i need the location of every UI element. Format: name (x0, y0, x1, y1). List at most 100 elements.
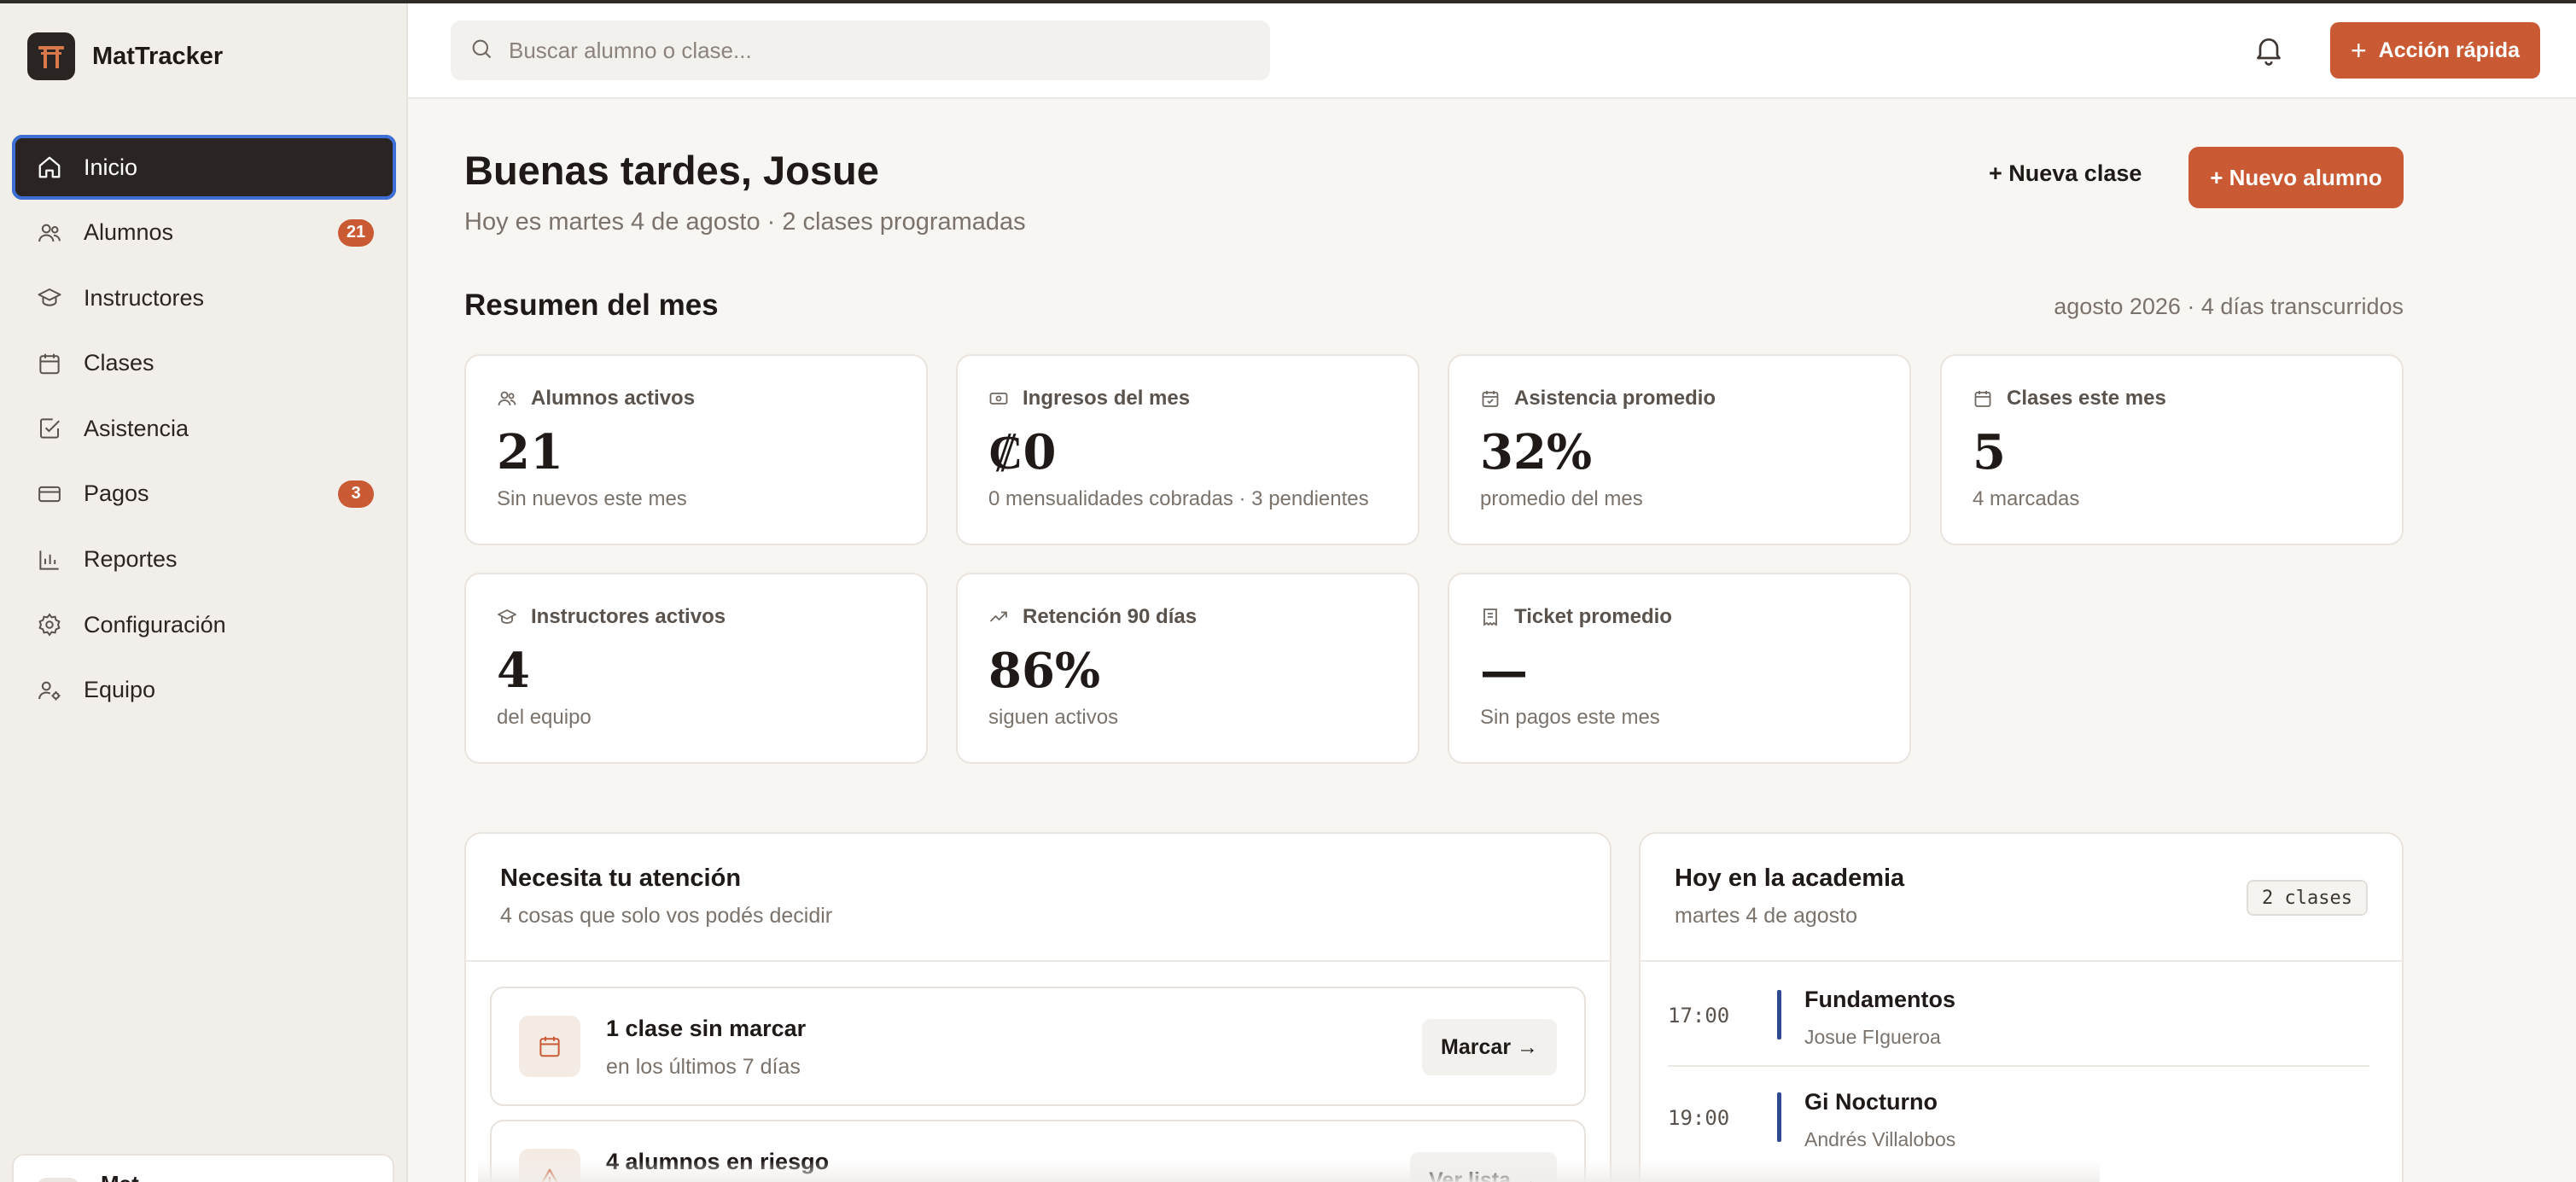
stat-label: Instructores activos (497, 605, 726, 629)
graduation-cap-icon (34, 282, 65, 313)
sidebar-item-clases[interactable]: Clases (12, 331, 396, 396)
stat-card-retencion[interactable]: Retención 90 días 86% siguen activos (956, 573, 1419, 764)
stat-sub: promedio del mes (1480, 487, 1643, 510)
sidebar-item-label: Configuración (84, 611, 226, 638)
today-panel: Hoy en la academia martes 4 de agosto 2 … (1639, 832, 2404, 1182)
stat-value: 4 (497, 643, 530, 699)
sidebar-item-equipo[interactable]: Equipo (12, 658, 396, 723)
class-count-badge: 2 clases (2247, 880, 2368, 916)
stat-card-asistencia[interactable]: Asistencia promedio 32% promedio del mes (1448, 354, 1911, 545)
attention-item[interactable]: 1 clase sin marcar en los últimos 7 días… (490, 987, 1586, 1106)
sidebar-item-label: Reportes (84, 546, 178, 573)
quick-action-button[interactable]: + Acción rápida (2330, 22, 2540, 79)
quick-action-label: Acción rápida (2378, 38, 2520, 62)
new-student-button[interactable]: + Nuevo alumno (2188, 147, 2404, 208)
stat-label: Ticket promedio (1480, 605, 1672, 629)
calendar-icon (34, 348, 65, 379)
bell-icon[interactable] (2252, 32, 2286, 67)
sidebar-item-label: Clases (84, 350, 154, 376)
attention-item-sub: en los últimos 7 días (606, 1055, 801, 1079)
page-title: Buenas tardes, Josue (464, 148, 879, 193)
bar-chart-icon (34, 544, 65, 575)
calendar-icon (519, 1016, 580, 1077)
home-icon (34, 152, 65, 183)
divider (466, 960, 1610, 962)
class-name: Gi Nocturno (1804, 1089, 1938, 1115)
top-header: Buscar alumno o clase... + Acción rápida (408, 0, 2576, 99)
sidebar-item-label: Alumnos (84, 219, 174, 246)
stat-label: Alumnos activos (497, 387, 695, 410)
count-badge: 3 (338, 480, 374, 508)
stat-sub: siguen activos (988, 706, 1119, 729)
page-subtitle: Hoy es martes 4 de agosto · 2 clases pro… (464, 208, 1026, 236)
sidebar-item-instructores[interactable]: Instructores (12, 265, 396, 330)
stat-value: 86% (988, 643, 1101, 699)
stat-sub: 0 mensualidades cobradas · 3 pendientes (988, 487, 1369, 510)
check-square-icon (34, 413, 65, 444)
stat-value: 21 (497, 424, 563, 480)
stat-value: ₡0 (988, 424, 1057, 480)
search-input[interactable]: Buscar alumno o clase... (451, 20, 1270, 80)
stat-label-text: Clases este mes (2007, 387, 2166, 410)
stat-sub: Sin nuevos este mes (497, 487, 687, 510)
stat-label-text: Instructores activos (531, 605, 726, 628)
plus-icon: + (2350, 34, 2367, 66)
users-icon (34, 218, 65, 248)
credit-card-icon (34, 479, 65, 509)
sidebar-item-label: Pagos (84, 480, 149, 507)
user-menu[interactable]: Mat... (12, 1154, 394, 1182)
class-time: 17:00 (1668, 1004, 1730, 1028)
stat-value: 32% (1480, 424, 1593, 480)
scroll-fade (478, 1161, 2100, 1182)
sidebar-item-label: Instructores (84, 284, 205, 311)
mark-button[interactable]: Marcar → (1422, 1019, 1557, 1075)
sidebar-item-reportes[interactable]: Reportes (12, 527, 396, 592)
stat-card-clases[interactable]: Clases este mes 5 4 marcadas (1940, 354, 2404, 545)
stat-card-instructores[interactable]: Instructores activos 4 del equipo (464, 573, 928, 764)
stat-card-ingresos[interactable]: Ingresos del mes ₡0 0 mensualidades cobr… (956, 354, 1419, 545)
app-name: MatTracker (92, 42, 224, 70)
avatar (38, 1178, 79, 1182)
sidebar-item-pagos[interactable]: Pagos 3 (12, 462, 396, 527)
stat-label: Retención 90 días (988, 605, 1197, 629)
torii-logo-icon (27, 32, 75, 80)
user-cog-icon (34, 675, 65, 706)
class-name: Fundamentos (1804, 987, 1956, 1012)
class-row[interactable]: 19:00 Gi Nocturno Andrés Villalobos (1668, 1068, 2369, 1169)
today-subtitle: martes 4 de agosto (1675, 904, 1858, 928)
new-class-button[interactable]: + Nueva clase (1989, 160, 2142, 187)
stat-card-alumnos-activos[interactable]: Alumnos activos 21 Sin nuevos este mes (464, 354, 928, 545)
class-instructor: Josue FIgueroa (1804, 1026, 1941, 1048)
sidebar-item-configuracion[interactable]: Configuración (12, 592, 396, 657)
trending-up-icon (988, 607, 1009, 627)
divider (1641, 960, 2402, 962)
sidebar-item-label: Asistencia (84, 415, 189, 441)
stat-label-text: Ingresos del mes (1023, 387, 1191, 410)
stat-label: Clases este mes (1973, 387, 2166, 410)
stat-sub: 4 marcadas (1973, 487, 2080, 510)
attention-panel: Necesita tu atención 4 cosas que solo vo… (464, 832, 1611, 1182)
class-row[interactable]: 17:00 Fundamentos Josue FIgueroa (1668, 966, 2369, 1067)
sidebar-item-asistencia[interactable]: Asistencia (12, 396, 396, 461)
sidebar-item-inicio[interactable]: Inicio (12, 135, 396, 200)
sidebar-item-alumnos[interactable]: Alumnos 21 (12, 201, 396, 265)
summary-title: Resumen del mes (464, 288, 719, 322)
sidebar-item-label: Equipo (84, 677, 156, 703)
sidebar-nav: Inicio Alumnos 21 Instructores Clases As… (12, 135, 396, 723)
attention-subtitle: 4 cosas que solo vos podés decidir (500, 904, 833, 928)
stat-card-ticket[interactable]: Ticket promedio — Sin pagos este mes (1448, 573, 1911, 764)
graduation-cap-icon (497, 607, 517, 627)
receipt-icon (1480, 607, 1501, 627)
window-top-border (0, 0, 2576, 3)
stat-label-text: Alumnos activos (531, 387, 696, 410)
stat-label-text: Asistencia promedio (1514, 387, 1716, 410)
stat-sub: del equipo (497, 706, 592, 729)
attention-item-title: 1 clase sin marcar (606, 1016, 807, 1041)
stat-label-text: Retención 90 días (1023, 605, 1198, 628)
stat-sub: Sin pagos este mes (1480, 706, 1660, 729)
sidebar-item-label: Inicio (84, 154, 138, 180)
sidebar: MatTracker Inicio Alumnos 21 Instructore… (0, 0, 408, 1182)
attention-title: Necesita tu atención (500, 865, 742, 892)
brand[interactable]: MatTracker (27, 32, 223, 80)
summary-period: agosto 2026 · 4 días transcurridos (2054, 294, 2404, 319)
